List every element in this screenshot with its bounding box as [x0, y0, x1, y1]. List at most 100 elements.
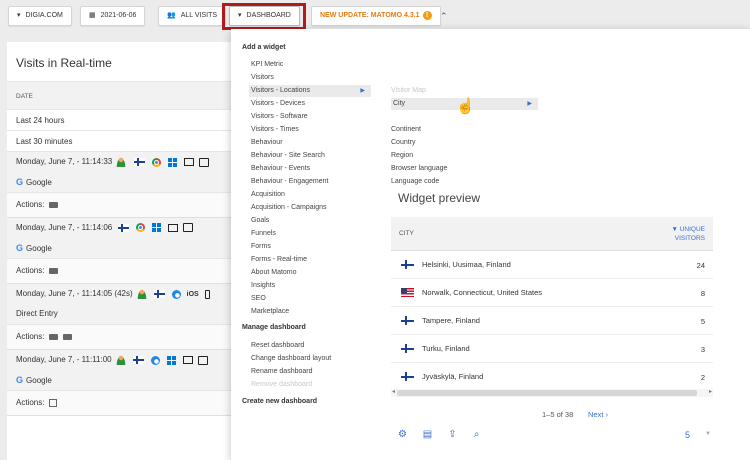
- widget-category-item[interactable]: Forms: [251, 241, 373, 253]
- table-row[interactable]: Tampere, Finland 5: [391, 307, 713, 335]
- widget-item[interactable]: Country: [391, 137, 538, 149]
- export-icon[interactable]: ⇪: [447, 429, 458, 440]
- windows-icon: [152, 223, 162, 233]
- widget-category-item[interactable]: Behaviour - Site Search: [251, 150, 373, 162]
- visit-entry: Monday, June 7, - 11:14:05 (42s) iOS Dire…: [7, 284, 234, 350]
- rename-dashboard-item[interactable]: Rename dashboard: [251, 366, 373, 378]
- visitor-profile-icon[interactable]: [116, 157, 127, 167]
- widget-item[interactable]: Region: [391, 150, 538, 162]
- widget-category-item[interactable]: Visitors - Software: [251, 111, 373, 123]
- widget-category-item[interactable]: Acquisition: [251, 189, 373, 201]
- finland-flag-icon: [401, 372, 414, 381]
- visitor-profile-icon[interactable]: [136, 289, 147, 299]
- scrollbar-thumb[interactable]: [397, 390, 697, 396]
- update-notice-label: NEW UPDATE: MATOMO 4.3.1: [320, 12, 420, 19]
- widget-category-item[interactable]: Behaviour - Engagement: [251, 176, 373, 188]
- desktop-icon: [182, 356, 193, 364]
- finland-flag-icon: [401, 344, 414, 353]
- summary-row-30m: Last 30 minutes: [7, 131, 234, 152]
- ios-icon: iOS: [186, 290, 199, 298]
- widget-category-item[interactable]: Forms - Real-time: [251, 254, 373, 266]
- widget-category-item[interactable]: Behaviour: [251, 137, 373, 149]
- widget-title: Visits in Real-time: [7, 42, 234, 82]
- unique-visitors-value: 24: [696, 261, 705, 270]
- update-notice-button[interactable]: NEW UPDATE: MATOMO 4.3.1!: [311, 6, 441, 26]
- scroll-left-icon[interactable]: ◂: [392, 388, 395, 395]
- google-icon: G: [16, 243, 24, 253]
- finland-flag-icon: [401, 316, 414, 325]
- site-selector[interactable]: ▾ DIGIA.COM: [8, 6, 72, 26]
- widget-category-item[interactable]: Goals: [251, 215, 373, 227]
- finland-flag-icon: [134, 158, 146, 166]
- widget-category-item[interactable]: Acquisition - Campaigns: [251, 202, 373, 214]
- visitor-profile-icon[interactable]: [115, 355, 126, 365]
- widget-category-item[interactable]: Marketplace: [251, 306, 373, 318]
- widget-item-disabled: Visitor Map: [391, 87, 426, 94]
- unique-visitors-value: 2: [700, 373, 705, 382]
- visit-time: Monday, June 7, - 11:14:05 (42s): [16, 289, 133, 299]
- actions-label: Actions:: [16, 332, 45, 341]
- widget-item[interactable]: Browser language: [391, 163, 538, 175]
- caret-down-icon: ▾: [17, 12, 21, 19]
- column-header-city[interactable]: CITY: [399, 230, 414, 237]
- table-row[interactable]: Helsinki, Uusimaa, Finland 24: [391, 251, 713, 279]
- widget-category-item[interactable]: About Matomo: [251, 267, 373, 279]
- widget-category-item-selected[interactable]: Visitors - Locations ▶: [249, 85, 371, 97]
- external-link-icon: [49, 398, 58, 407]
- table-row[interactable]: Turku, Finland 3: [391, 335, 713, 363]
- widget-category-item[interactable]: KPI Metric: [251, 59, 373, 71]
- date-selector-label: 2021-06-06: [100, 12, 137, 19]
- table-row[interactable]: Jyväskylä, Finland 2: [391, 363, 713, 391]
- widget-category-item[interactable]: SEO: [251, 293, 373, 305]
- reset-dashboard-item[interactable]: Reset dashboard: [251, 340, 373, 352]
- widget-category-item[interactable]: Funnels: [251, 228, 373, 240]
- google-icon: G: [16, 177, 24, 187]
- smartphone-icon: [204, 289, 210, 299]
- segment-selector[interactable]: 👥 ALL VISITS: [158, 6, 227, 26]
- actions-label: Actions:: [16, 200, 45, 209]
- folder-icon: [49, 201, 59, 208]
- column-header-unique-visitors[interactable]: ▼ UNIQUE VISITORS: [671, 225, 705, 243]
- finland-flag-icon: [132, 356, 144, 364]
- widget-category-item[interactable]: Visitors - Times: [251, 124, 373, 136]
- finland-flag-icon: [401, 260, 414, 269]
- visit-referrer: Google: [26, 244, 52, 253]
- chevron-down-icon[interactable]: ▼: [705, 431, 711, 437]
- users-icon: 👥: [167, 12, 176, 19]
- finland-flag-icon: [118, 223, 130, 232]
- dashboard-menu: Add a widget KPI Metric Visitors Visitor…: [231, 29, 750, 460]
- widget-category-item[interactable]: Behaviour - Events: [251, 163, 373, 175]
- scroll-right-icon[interactable]: ▸: [709, 388, 712, 395]
- visit-time: Monday, June 7, - 11:11:00: [16, 355, 112, 365]
- triangle-right-icon: ▶: [527, 101, 532, 107]
- table-header: CITY ▼ UNIQUE VISITORS: [391, 217, 713, 251]
- city-name: Jyväskylä, Finland: [422, 372, 484, 381]
- horizontal-scrollbar[interactable]: ◂ ▸: [391, 389, 713, 397]
- edge-icon: [150, 355, 160, 365]
- actions-label: Actions:: [16, 398, 45, 407]
- gear-icon[interactable]: ⚙: [397, 429, 408, 440]
- table-view-icon[interactable]: ▤: [422, 429, 433, 440]
- widget-category-label: Visitors - Locations: [251, 87, 311, 94]
- column-header-line: UNIQUE: [679, 226, 705, 233]
- row-limit-selector[interactable]: 5: [685, 430, 690, 440]
- widget-category-item[interactable]: Visitors - Devices: [251, 98, 373, 110]
- create-dashboard-link[interactable]: Create new dashboard: [242, 398, 317, 405]
- table-row[interactable]: Norwalk, Connecticut, United States 8: [391, 279, 713, 307]
- search-icon[interactable]: ⌕: [471, 429, 482, 440]
- double-caret-up-icon[interactable]: ⌃: [440, 11, 448, 22]
- contact-card-icon: [183, 223, 194, 233]
- widget-category-item[interactable]: Visitors: [251, 72, 373, 84]
- change-layout-item[interactable]: Change dashboard layout: [251, 353, 373, 365]
- remove-dashboard-item: Remove dashboard: [251, 381, 313, 388]
- calendar-icon: ▦: [89, 12, 96, 19]
- date-selector[interactable]: ▦ 2021-06-06: [80, 6, 146, 26]
- widget-item[interactable]: Continent: [391, 124, 538, 136]
- next-page-link[interactable]: Next ›: [588, 410, 608, 419]
- city-name: Tampere, Finland: [422, 316, 480, 325]
- widget-item[interactable]: Language code: [391, 176, 538, 188]
- visit-time: Monday, June 7, - 11:14:06: [16, 223, 113, 232]
- folder-icon: [63, 333, 73, 340]
- widget-category-item[interactable]: Insights: [251, 280, 373, 292]
- column-header-line: VISITORS: [674, 235, 705, 242]
